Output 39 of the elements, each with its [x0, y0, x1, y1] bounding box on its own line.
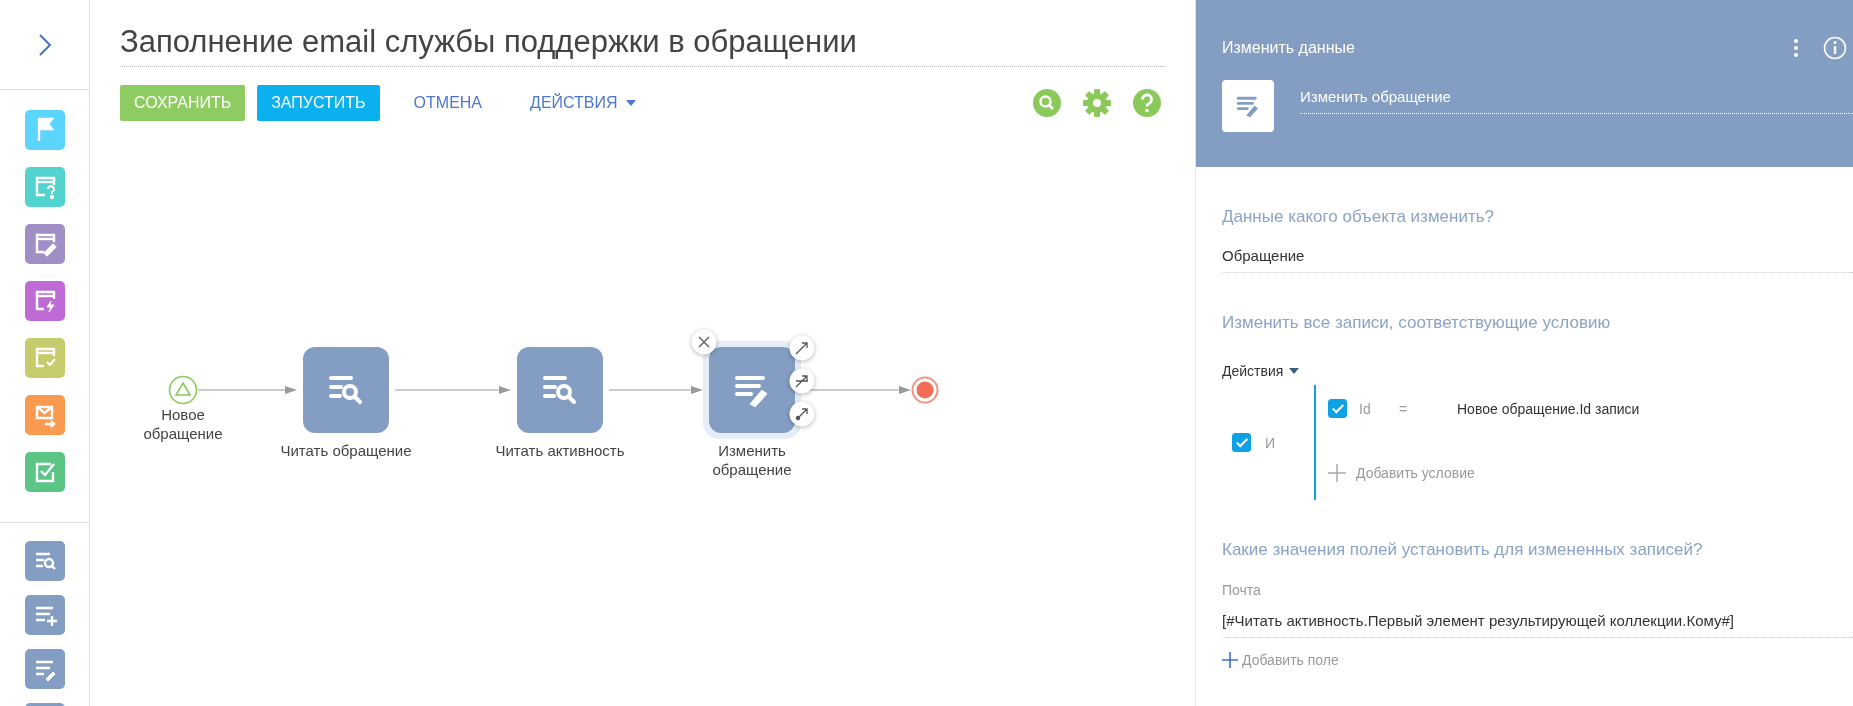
- element-type-title: Изменить данные: [1222, 39, 1356, 57]
- section-heading: Данные какого объекта изменить?: [1222, 207, 1496, 227]
- section-heading: Какие значения полей установить для измененных записей?: [1222, 540, 1704, 560]
- cancel-button[interactable]: ОТМЕНА: [399, 85, 497, 121]
- condition-value[interactable]: Новое обращение.Id записи: [1457, 400, 1640, 417]
- caret-icon: [1289, 368, 1300, 374]
- end-event[interactable]: [911, 376, 939, 404]
- start-event[interactable]: [168, 375, 198, 405]
- search-icon[interactable]: [1033, 89, 1061, 117]
- checkbox[interactable]: [1328, 399, 1347, 418]
- add-field-button[interactable]: Добавить поле: [1222, 652, 1339, 668]
- run-button[interactable]: ЗАПУСТИТЬ: [257, 85, 380, 121]
- info-icon[interactable]: [1823, 36, 1847, 60]
- more-options-icon[interactable]: [1793, 38, 1799, 58]
- field-value[interactable]: [#Читать активность.Первый элемент результирующей коллекции.Кому#]: [1222, 612, 1853, 638]
- actions-menu-button[interactable]: ДЕЙСТВИЯ: [516, 85, 650, 121]
- save-button[interactable]: СОХРАНИТЬ: [120, 85, 246, 121]
- section-heading: Изменить все записи, соответствующие условию: [1222, 313, 1612, 333]
- field-label: Почта: [1222, 582, 1262, 598]
- logical-operator[interactable]: И: [1265, 434, 1276, 451]
- node-label: Читать обращение: [279, 441, 413, 460]
- expand-chevron-icon[interactable]: [37, 32, 52, 57]
- node-label: Изменить обращение: [711, 441, 793, 479]
- object-field[interactable]: Обращение: [1222, 247, 1853, 273]
- help-icon[interactable]: [1133, 89, 1161, 117]
- add-condition-button[interactable]: Добавить условие: [1328, 464, 1640, 482]
- settings-icon[interactable]: [1083, 89, 1111, 117]
- condition-field[interactable]: Id: [1359, 400, 1399, 417]
- plus-icon: [1328, 464, 1346, 482]
- element-name-field[interactable]: Изменить обращение: [1300, 88, 1853, 114]
- comparison-operator[interactable]: =: [1399, 400, 1457, 417]
- task-node[interactable]: [703, 341, 801, 439]
- plus-icon: [1222, 652, 1238, 668]
- checkbox[interactable]: [1232, 433, 1251, 452]
- caret-icon: [625, 100, 636, 106]
- actions-dropdown[interactable]: Действия: [1222, 363, 1300, 379]
- node-label: Новое обращение: [142, 405, 224, 443]
- node-label: Читать активность: [494, 441, 626, 460]
- process-title[interactable]: Заполнение email службы поддержки в обращении: [120, 24, 1165, 67]
